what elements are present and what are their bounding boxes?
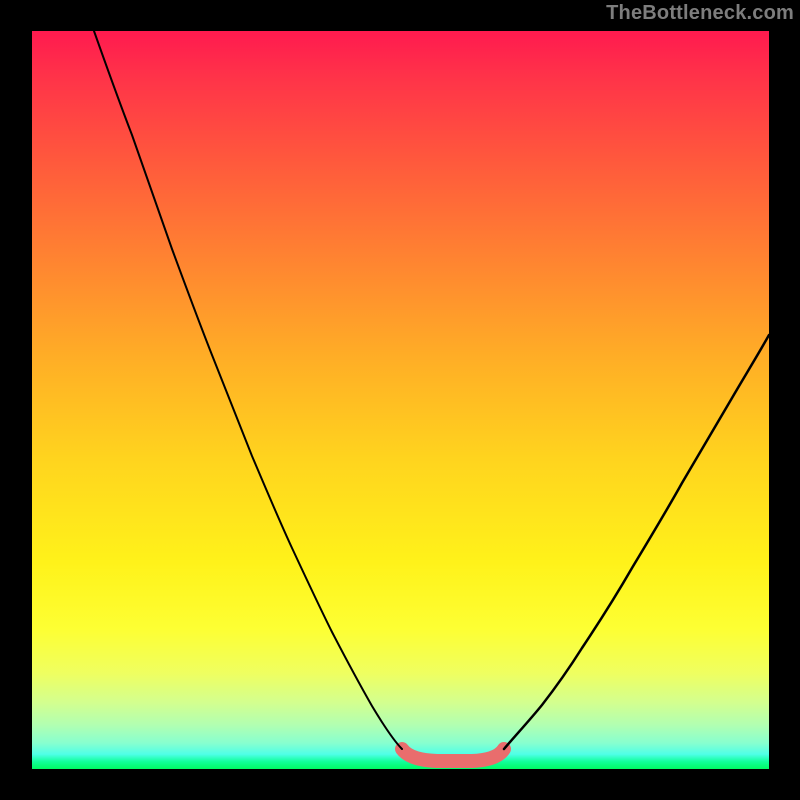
chart-frame: TheBottleneck.com [0,0,800,800]
chart-plot-area [32,31,769,769]
chart-curves [32,31,769,769]
right-curve-path [504,335,769,749]
bottom-highlight-path [402,749,504,761]
watermark-text: TheBottleneck.com [606,2,794,25]
left-curve-path [94,31,402,749]
